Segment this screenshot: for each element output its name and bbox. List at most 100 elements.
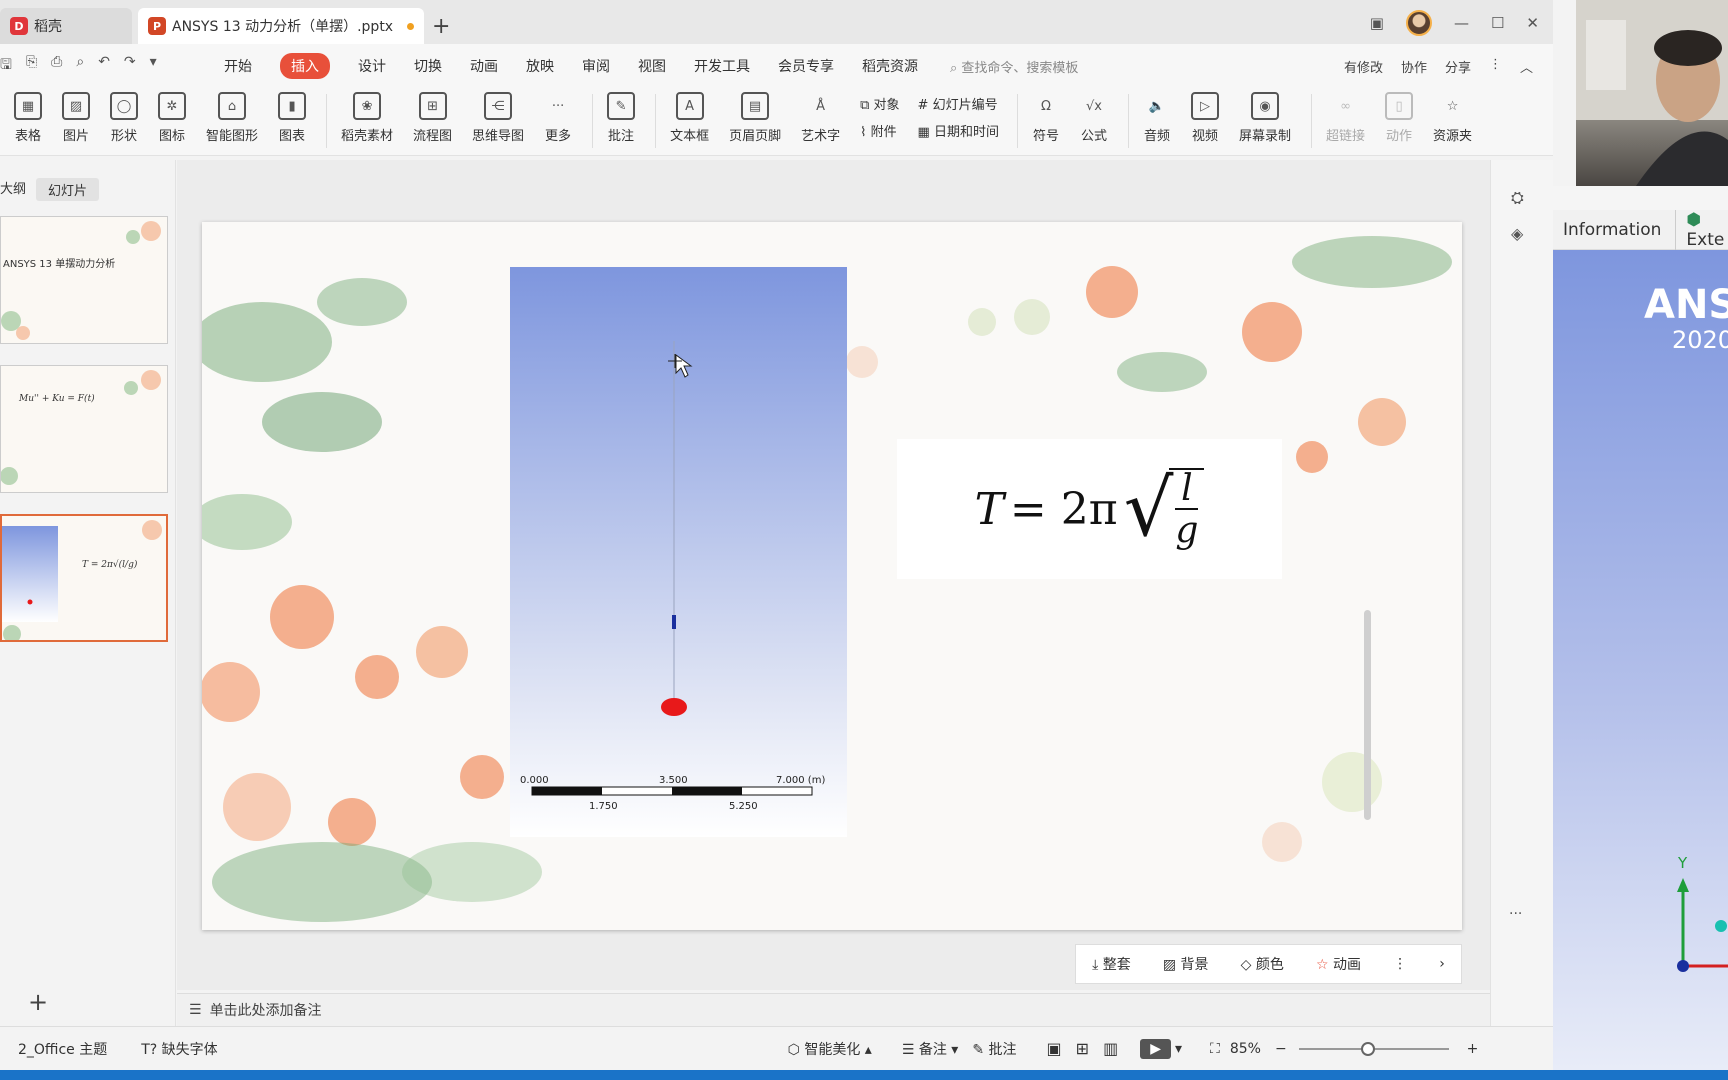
- more-icon[interactable]: ⋮: [1489, 57, 1502, 76]
- modified-button[interactable]: 有修改: [1344, 57, 1383, 76]
- missing-font-button[interactable]: T? 缺失字体: [141, 1039, 217, 1059]
- video-button[interactable]: ▷ 视频: [1190, 88, 1219, 144]
- undo-icon[interactable]: ↶: [98, 54, 110, 78]
- command-search[interactable]: ⌕ 查找命令、搜索模板: [950, 57, 1078, 76]
- icon-button[interactable]: ✲ 图标: [158, 88, 186, 144]
- animation-button[interactable]: ☆ 动画: [1316, 954, 1361, 974]
- wordart-button[interactable]: Å 艺术字: [801, 88, 840, 145]
- comments-toggle-button[interactable]: ✎ 批注: [972, 1039, 1016, 1059]
- fit-window-icon[interactable]: ⛶: [1210, 1041, 1220, 1057]
- maximize-icon[interactable]: ☐: [1491, 14, 1504, 32]
- tab-home-label: 稻壳: [34, 19, 62, 35]
- print-icon[interactable]: ⎙: [51, 54, 62, 78]
- ansys-graphics-view[interactable]: Y: [1553, 250, 1728, 1070]
- flowchart-button[interactable]: ⊞ 流程图: [413, 88, 452, 144]
- export-icon[interactable]: ⎘: [26, 54, 37, 78]
- shape-button[interactable]: ◯ 形状: [110, 88, 138, 144]
- menu-start[interactable]: 开始: [224, 56, 252, 76]
- smartart-button[interactable]: ⌂ 智能图形: [206, 88, 258, 144]
- tab-slides[interactable]: 幻灯片: [36, 178, 100, 201]
- reading-view-icon[interactable]: ▥: [1103, 1039, 1118, 1058]
- menu-docer-resources[interactable]: 稻壳资源: [862, 56, 918, 76]
- more-button[interactable]: ··· 更多: [544, 88, 572, 145]
- comment-button[interactable]: ✎ 批注: [607, 88, 636, 144]
- tab-home[interactable]: D 稻壳: [0, 8, 132, 44]
- menu-review[interactable]: 审阅: [582, 56, 610, 76]
- menu-view[interactable]: 视图: [638, 56, 666, 76]
- slide-thumbnail-2[interactable]: Mu'' + Ku = F(t): [0, 365, 168, 493]
- normal-view-icon[interactable]: ▣: [1047, 1039, 1062, 1058]
- tab-information[interactable]: Information: [1563, 220, 1661, 240]
- ansys-pendulum-image[interactable]: 0.000 3.500 7.000 (m) 1.750 5.250: [510, 267, 847, 837]
- menu-member[interactable]: 会员专享: [778, 56, 834, 76]
- screen-record-button[interactable]: ◉ 屏幕录制: [1239, 88, 1291, 144]
- header-footer-button[interactable]: ▤ 页眉页脚: [729, 88, 781, 144]
- hyperlink-button[interactable]: ∞ 超链接: [1326, 88, 1365, 145]
- new-tab-plus-icon[interactable]: +: [432, 14, 450, 39]
- minimize-icon[interactable]: —: [1454, 14, 1469, 32]
- smart-beautify-button[interactable]: ⬡ 智能美化 ▴: [788, 1039, 872, 1059]
- add-slide-plus-icon[interactable]: +: [28, 988, 48, 1016]
- menu-insert[interactable]: 插入: [280, 53, 330, 79]
- redo-icon[interactable]: ↷: [124, 54, 136, 78]
- preview-icon[interactable]: ⌕: [76, 54, 84, 78]
- background-button[interactable]: ▨ 背景: [1163, 954, 1209, 974]
- sorter-view-icon[interactable]: ⊞: [1076, 1039, 1089, 1058]
- design-panel-icon[interactable]: ◈: [1511, 224, 1523, 243]
- formula-button[interactable]: √x 公式: [1080, 88, 1108, 145]
- date-time-button[interactable]: ▦ 日期和时间: [918, 121, 999, 140]
- suite-button[interactable]: ⤓ 整套: [1092, 954, 1131, 974]
- audio-button[interactable]: 🔈 音频: [1143, 88, 1171, 145]
- collaborate-button[interactable]: 协作: [1401, 57, 1427, 76]
- scrollbar-thumb[interactable]: [1364, 610, 1371, 820]
- avatar[interactable]: [1405, 10, 1432, 36]
- action-button[interactable]: ▯ 动作: [1385, 88, 1414, 144]
- vertical-scrollbar[interactable]: [1360, 160, 1374, 980]
- tab-document[interactable]: P ANSYS 13 动力分析（单摆）.pptx: [138, 8, 424, 44]
- mindmap-button[interactable]: ⋲ 思维导图: [472, 88, 524, 144]
- chevron-right-icon[interactable]: ›: [1439, 956, 1445, 972]
- chart-button[interactable]: ▮ 图表: [278, 88, 307, 144]
- picture-button[interactable]: ▨ 图片: [62, 88, 90, 144]
- color-button[interactable]: ◇ 颜色: [1241, 954, 1284, 974]
- period-formula[interactable]: T = 2π √ l g: [897, 439, 1282, 579]
- resource-folder-button[interactable]: ☆ 资源夹: [1433, 88, 1472, 145]
- collapse-ribbon-icon[interactable]: ︿: [1520, 57, 1533, 76]
- slide-number-button[interactable]: # 幻灯片编号: [918, 94, 999, 113]
- menu-design[interactable]: 设计: [358, 56, 386, 76]
- tab-extensions[interactable]: ⬢ Exte: [1675, 209, 1728, 250]
- slide-thumbnail-1[interactable]: ANSYS 13 单摆动力分析: [0, 216, 168, 344]
- more-panel-icon[interactable]: ···: [1509, 906, 1522, 922]
- workspace-icon[interactable]: ▣: [1370, 14, 1384, 32]
- customize-chevron-icon[interactable]: ▾: [150, 54, 157, 78]
- zoom-slider[interactable]: [1298, 1041, 1449, 1056]
- menu-animation[interactable]: 动画: [470, 56, 498, 76]
- more-icon[interactable]: ⋮: [1393, 956, 1407, 972]
- close-icon[interactable]: ✕: [1526, 14, 1539, 32]
- table-button[interactable]: ▦ 表格: [14, 88, 42, 144]
- zoom-in-icon[interactable]: +: [1467, 1041, 1479, 1057]
- menu-developer[interactable]: 开发工具: [694, 56, 750, 76]
- slide-thumbnail-3-selected[interactable]: T = 2π√(l/g): [0, 514, 168, 642]
- play-slideshow-button[interactable]: ▶: [1140, 1038, 1171, 1059]
- zoom-out-icon[interactable]: −: [1275, 1041, 1287, 1057]
- object-button[interactable]: ⧉ 对象: [860, 94, 899, 113]
- symbol-button[interactable]: Ω 符号: [1032, 88, 1060, 145]
- notes-toggle-button[interactable]: ☰ 备注 ▾: [902, 1039, 959, 1059]
- notes-area[interactable]: ☰ 单击此处添加备注: [177, 993, 1490, 1026]
- zoom-level[interactable]: 85%: [1230, 1041, 1261, 1057]
- textbox-button[interactable]: A 文本框: [670, 88, 709, 144]
- menu-slideshow[interactable]: 放映: [526, 56, 554, 76]
- theme-name[interactable]: 2_Office 主题: [18, 1039, 107, 1059]
- play-options-chevron-icon[interactable]: ▾: [1175, 1041, 1182, 1057]
- tab-outline[interactable]: 大纲: [0, 178, 26, 201]
- share-button[interactable]: 分享: [1445, 57, 1471, 76]
- attachment-button[interactable]: ⌇ 附件: [860, 121, 899, 140]
- save-icon[interactable]: 🖫: [0, 54, 12, 78]
- docer-material-button[interactable]: ❀ 稻壳素材: [341, 88, 393, 144]
- menu-transition[interactable]: 切换: [414, 56, 442, 76]
- current-slide[interactable]: 0.000 3.500 7.000 (m) 1.750 5.250 T = 2π…: [202, 222, 1462, 930]
- notes-placeholder: 单击此处添加备注: [209, 1003, 322, 1019]
- zoom-slider-thumb[interactable]: [1360, 1041, 1375, 1056]
- beautify-panel-icon[interactable]: ⛭: [1511, 188, 1524, 208]
